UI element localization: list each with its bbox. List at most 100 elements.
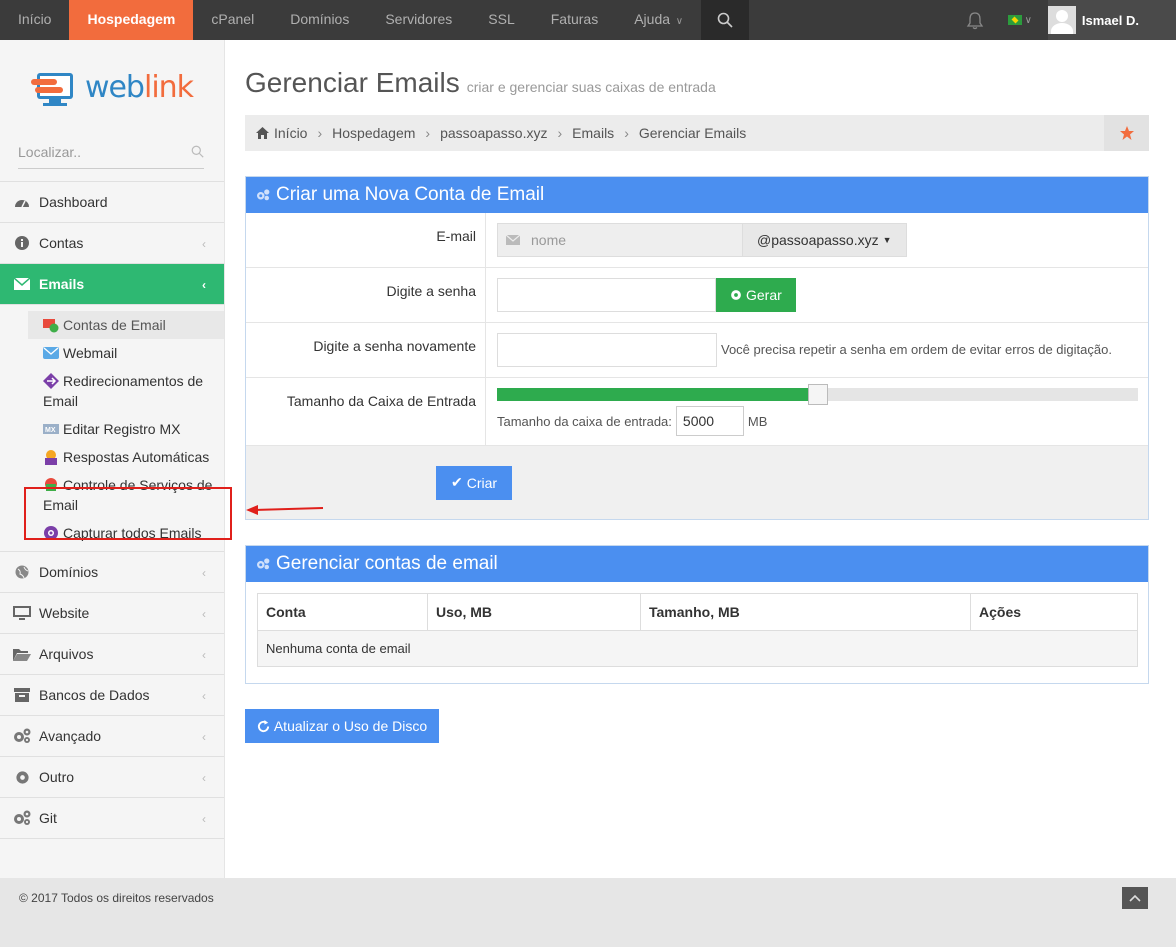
- logo-text: weblink: [85, 70, 194, 105]
- breadcrumb-domain[interactable]: passoapasso.xyz: [440, 125, 547, 141]
- submenu-item-webmail[interactable]: Webmail: [0, 339, 224, 367]
- sidebar-item-outro[interactable]: Outro ‹: [0, 757, 224, 798]
- sidebar-item-git[interactable]: Git ‹: [0, 798, 224, 839]
- search-icon[interactable]: [191, 145, 204, 158]
- chevron-left-icon: ‹: [202, 607, 206, 621]
- mailbox-size-slider[interactable]: [497, 384, 1138, 405]
- breadcrumb-separator: ›: [317, 125, 323, 141]
- nav-ssl[interactable]: SSL: [470, 0, 532, 40]
- logo-link: link: [143, 70, 194, 105]
- password-label: Digite a senha: [246, 268, 486, 322]
- page-header: Gerenciar Emails criar e gerenciar suas …: [245, 67, 1149, 117]
- mailbox-size-row: Tamanho da caixa de entrada: 5000 MB: [497, 406, 767, 436]
- logo[interactable]: weblink: [0, 40, 224, 135]
- sidebar-item-label: Bancos de Dados: [39, 687, 150, 703]
- table-header-row: Conta Uso, MB Tamanho, MB Ações: [257, 593, 1138, 631]
- refresh-disk-usage-button[interactable]: Atualizar o Uso de Disco: [245, 709, 439, 743]
- sidebar-item-dominios[interactable]: Domínios ‹: [0, 552, 224, 593]
- sidebar-item-label: Arquivos: [39, 646, 94, 662]
- sidebar-item-contas[interactable]: Contas ‹: [0, 223, 224, 264]
- dashboard-icon: [13, 194, 31, 210]
- user-menu[interactable]: Ismael D.: [1047, 0, 1176, 40]
- highlight-box: [24, 487, 232, 540]
- sidebar-item-label: Emails: [39, 276, 85, 292]
- nav-ajuda-label: Ajuda: [634, 11, 671, 27]
- column-header: Conta: [257, 593, 428, 631]
- sidebar-item-label: Domínios: [39, 564, 99, 580]
- create-account-panel: Criar uma Nova Conta de Email E-mail nom…: [245, 176, 1149, 520]
- accounts-table: Conta Uso, MB Tamanho, MB Ações Nenhuma …: [257, 593, 1138, 667]
- sidebar-item-emails[interactable]: Emails ‹: [0, 264, 224, 305]
- cogs-icon: [13, 728, 31, 744]
- create-button[interactable]: ✔ Criar: [436, 465, 513, 500]
- bell-icon: [966, 11, 983, 29]
- favorite-button[interactable]: [1104, 115, 1149, 151]
- slider-handle[interactable]: [808, 384, 828, 405]
- search-icon: [717, 12, 733, 28]
- domain-value: @passoapasso.xyz: [757, 232, 879, 248]
- nav-dominios[interactable]: Domínios: [272, 0, 367, 40]
- breadcrumb-hospedagem[interactable]: Hospedagem: [332, 125, 415, 141]
- password-field[interactable]: [497, 278, 716, 312]
- nav-cpanel[interactable]: cPanel: [193, 0, 272, 40]
- sidebar-item-arquivos[interactable]: Arquivos ‹: [0, 634, 224, 675]
- domain-dropdown[interactable]: @passoapasso.xyz ▼: [743, 223, 907, 257]
- top-search-button[interactable]: [701, 0, 750, 40]
- submenu-item-respostas-automaticas[interactable]: Respostas Automáticas: [0, 443, 224, 471]
- generate-password-button[interactable]: Gerar: [716, 278, 796, 312]
- sidebar-item-website[interactable]: Website ‹: [0, 593, 224, 634]
- nav-inicio[interactable]: Início: [0, 0, 69, 40]
- generate-label: Gerar: [746, 287, 782, 303]
- nav-ajuda[interactable]: Ajuda ∨: [616, 0, 701, 40]
- sidebar-item-label: Website: [39, 605, 90, 621]
- caret-down-icon: ▼: [882, 235, 892, 245]
- sidebar-item-dashboard[interactable]: Dashboard: [0, 182, 224, 223]
- scroll-to-top-button[interactable]: [1122, 887, 1148, 909]
- cogs-icon: [13, 810, 31, 826]
- nav-hospedagem[interactable]: Hospedagem: [69, 0, 194, 46]
- submenu-item-editar-mx[interactable]: MX Editar Registro MX: [0, 415, 224, 443]
- email-input-group: nome @passoapasso.xyz ▼: [497, 223, 907, 257]
- chevron-down-icon: ∨: [673, 16, 684, 27]
- submenu-item-contas-de-email[interactable]: Contas de Email: [28, 311, 224, 339]
- sidebar-item-label: Outro: [39, 769, 75, 785]
- cogs-icon: [257, 558, 270, 570]
- cogs-icon: [257, 189, 270, 201]
- password-confirm-field[interactable]: [497, 333, 717, 367]
- breadcrumb-separator: ›: [425, 125, 431, 141]
- panel-header: Criar uma Nova Conta de Email: [246, 177, 1148, 213]
- top-navbar: Início Hospedagem cPanel Domínios Servid…: [0, 0, 1176, 46]
- brazil-flag-icon: [1007, 15, 1022, 25]
- email-field[interactable]: nome: [527, 223, 743, 257]
- sidebar-item-bancos-de-dados[interactable]: Bancos de Dados ‹: [0, 675, 224, 716]
- sidebar-item-label: Avançado: [39, 728, 102, 744]
- sidebar-search-input[interactable]: [18, 135, 204, 169]
- envelope-icon: [497, 223, 527, 257]
- notifications-button[interactable]: [964, 9, 986, 31]
- column-header: Tamanho, MB: [640, 593, 971, 631]
- autoresponder-icon: [43, 449, 59, 465]
- username: Ismael D.: [1081, 12, 1139, 28]
- nav-faturas[interactable]: Faturas: [533, 0, 616, 40]
- create-label: Criar: [466, 474, 498, 491]
- chevron-left-icon: ‹: [202, 771, 206, 785]
- nav-servidores[interactable]: Servidores: [367, 0, 470, 40]
- submenu-item-redirecionamentos[interactable]: Redirecionamentos de Email: [0, 367, 224, 415]
- refresh-icon: [257, 719, 269, 732]
- mailbox-size-input[interactable]: 5000: [675, 406, 744, 436]
- mx-record-icon: MX: [43, 421, 59, 437]
- language-selector[interactable]: ∨: [1007, 15, 1032, 26]
- chevron-left-icon: ‹: [202, 730, 206, 744]
- annotation-arrow-icon: [246, 505, 324, 515]
- breadcrumb-emails[interactable]: Emails: [572, 125, 614, 141]
- breadcrumb-inicio[interactable]: Início: [274, 125, 307, 141]
- footer: © 2017 Todos os direitos reservados: [0, 878, 1176, 947]
- mailbox-size-label: Tamanho da Caixa de Entrada: [246, 378, 486, 445]
- column-header: Ações: [970, 593, 1138, 631]
- form-row-password-confirm: Digite a senha novamente Você precisa re…: [246, 323, 1148, 378]
- sidebar-item-avancado[interactable]: Avançado ‹: [0, 716, 224, 757]
- chevron-left-icon: ‹: [202, 689, 206, 703]
- sidebar-item-label: Dashboard: [39, 194, 108, 210]
- top-nav: Início Hospedagem cPanel Domínios Servid…: [0, 0, 701, 46]
- sidebar: weblink Dashboard Contas ‹ Emails ‹ Cont…: [0, 40, 225, 878]
